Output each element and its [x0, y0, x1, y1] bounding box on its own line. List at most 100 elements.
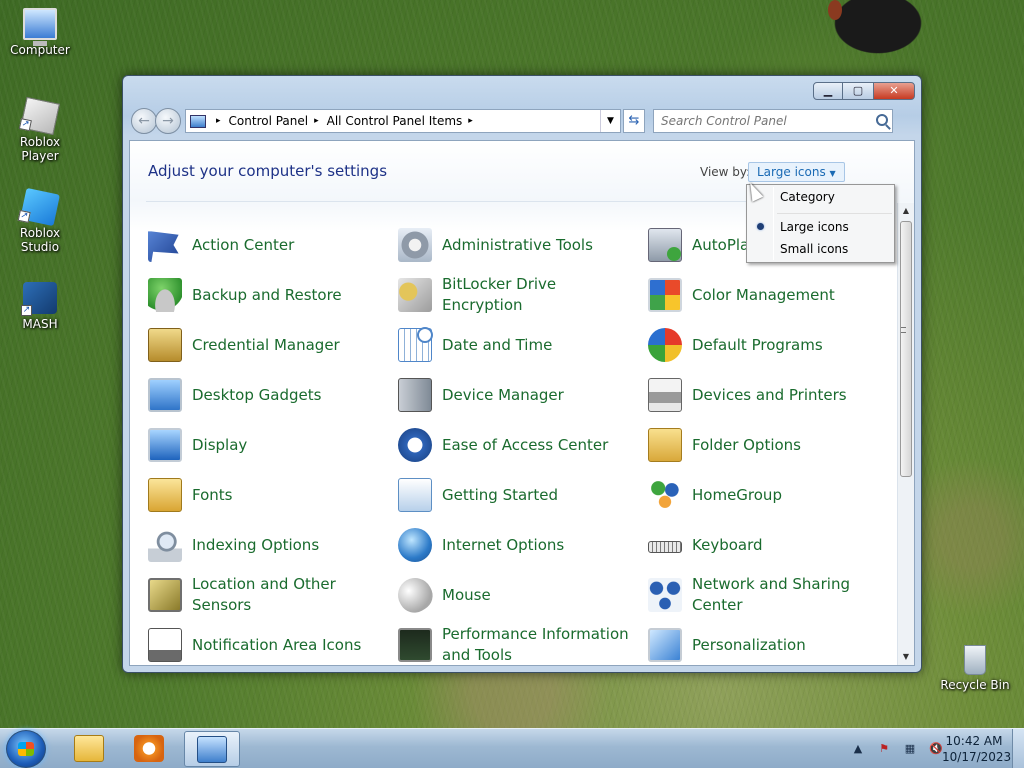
item-label: Getting Started: [442, 485, 558, 504]
menu-item-small-icons[interactable]: Small icons: [780, 239, 848, 259]
item-label: Notification Area Icons: [192, 635, 362, 654]
selected-radio-icon: [757, 223, 764, 230]
item-notification-area-icons[interactable]: Notification Area Icons: [148, 625, 388, 665]
item-fonts[interactable]: Fonts: [148, 475, 388, 515]
desktop-icon-computer[interactable]: Computer: [0, 8, 80, 57]
item-devices-and-printers[interactable]: Devices and Printers: [648, 375, 888, 415]
item-internet-options[interactable]: Internet Options: [398, 525, 638, 565]
flag-icon: [148, 231, 179, 262]
item-location-sensors[interactable]: Location and Other Sensors: [148, 575, 388, 615]
media-player-icon: [134, 735, 164, 762]
item-personalization[interactable]: Personalization: [648, 625, 888, 665]
scroll-grip-icon: [901, 327, 906, 333]
notification-icon: [148, 628, 182, 662]
keyboard-icon: [648, 541, 682, 553]
item-homegroup[interactable]: HomeGroup: [648, 475, 888, 515]
item-ease-of-access[interactable]: Ease of Access Center: [398, 425, 638, 465]
display-icon: [148, 428, 182, 462]
forward-button[interactable]: →: [155, 108, 181, 134]
item-folder-options[interactable]: Folder Options: [648, 425, 888, 465]
menu-item-category[interactable]: Category: [780, 187, 835, 207]
refresh-button[interactable]: ⇆: [623, 109, 645, 133]
breadcrumb-separator[interactable]: ▸: [468, 116, 473, 126]
search-icon[interactable]: [876, 114, 888, 126]
shortcut-arrow-icon: ↗: [18, 118, 32, 132]
item-performance[interactable]: Performance Information and Tools: [398, 625, 638, 665]
item-display[interactable]: Display: [148, 425, 388, 465]
item-administrative-tools[interactable]: Administrative Tools: [398, 225, 638, 265]
item-network-sharing[interactable]: Network and Sharing Center: [648, 575, 888, 615]
item-date-and-time[interactable]: Date and Time: [398, 325, 638, 365]
maximize-button[interactable]: ▢: [843, 82, 873, 100]
breadcrumb-control-panel[interactable]: Control Panel: [229, 114, 309, 128]
item-action-center[interactable]: Action Center: [148, 225, 388, 265]
clock[interactable]: 10:42 AM 10/17/2023: [942, 733, 1012, 765]
item-label: Keyboard: [692, 535, 763, 554]
item-label: Default Programs: [692, 335, 823, 354]
performance-icon: [398, 628, 432, 662]
control-panel-window: ▁ ▢ ✕ ← → ▸ Control Panel ▸ All Control …: [122, 75, 922, 673]
taskbar: ▲ ⚑ ▦ 🔇 10:42 AM 10/17/2023: [0, 728, 1024, 768]
view-by-dropdown[interactable]: Large icons ▼: [748, 162, 845, 182]
taskbar-control-panel[interactable]: [184, 731, 240, 767]
item-label: Administrative Tools: [442, 235, 593, 254]
show-hidden-icons-arrow[interactable]: ▲: [850, 741, 866, 757]
breadcrumb-separator[interactable]: ▸: [314, 116, 319, 126]
breadcrumb-separator[interactable]: ▸: [216, 116, 221, 126]
item-indexing-options[interactable]: Indexing Options: [148, 525, 388, 565]
address-history-dropdown[interactable]: ▼: [600, 110, 620, 132]
roblox-player-icon: ↗: [18, 96, 60, 136]
desktop-icon-recycle-bin[interactable]: Recycle Bin: [935, 645, 1015, 692]
network-icon: [648, 578, 682, 612]
item-credential-manager[interactable]: Credential Manager: [148, 325, 388, 365]
item-label: Mouse: [442, 585, 491, 604]
ease-of-access-icon: [398, 428, 432, 462]
scroll-down-button[interactable]: ▼: [898, 649, 914, 665]
backup-icon: [148, 278, 182, 312]
clock-date: 10/17/2023: [942, 750, 1012, 764]
network-icon[interactable]: ▦: [902, 741, 918, 757]
back-button[interactable]: ←: [131, 108, 157, 134]
minimize-button[interactable]: ▁: [813, 82, 843, 100]
item-mouse[interactable]: Mouse: [391, 571, 638, 619]
clock-time: 10:42 AM: [945, 734, 1003, 748]
start-button[interactable]: [6, 730, 46, 768]
system-tray: ▲ ⚑ ▦ 🔇: [850, 741, 944, 757]
item-label: Date and Time: [442, 335, 553, 354]
close-button[interactable]: ✕: [873, 82, 915, 100]
item-desktop-gadgets[interactable]: Desktop Gadgets: [148, 375, 388, 415]
scroll-up-button[interactable]: ▲: [898, 203, 914, 219]
desktop-icon-label: MASH: [22, 317, 58, 331]
search-input[interactable]: [653, 109, 893, 133]
desktop-icon-roblox-player[interactable]: ↗ Roblox Player: [0, 96, 80, 163]
action-center-flag-icon[interactable]: ⚑: [876, 741, 892, 757]
scroll-thumb[interactable]: [900, 221, 912, 477]
breadcrumb-all-items[interactable]: All Control Panel Items: [327, 114, 463, 128]
show-desktop-button[interactable]: [1012, 729, 1024, 768]
credential-icon: [148, 328, 182, 362]
item-keyboard[interactable]: Keyboard: [648, 525, 888, 565]
homegroup-icon: [648, 478, 682, 512]
item-device-manager[interactable]: Device Manager: [398, 375, 638, 415]
item-label: Credential Manager: [192, 335, 340, 354]
shortcut-arrow-icon: ↗: [21, 305, 32, 316]
desktop-icon-roblox-studio[interactable]: ↗ Roblox Studio: [0, 187, 80, 254]
item-bitlocker[interactable]: BitLocker Drive Encryption: [398, 275, 638, 315]
view-by-value: Large icons: [757, 165, 826, 179]
item-getting-started[interactable]: Getting Started: [398, 475, 638, 515]
menu-separator: [777, 213, 892, 214]
item-color-management[interactable]: Color Management: [648, 275, 888, 315]
taskbar-windows-explorer[interactable]: [62, 731, 118, 767]
recycle-bin-icon: [964, 645, 986, 675]
vertical-scrollbar[interactable]: ▲ ▼: [897, 203, 914, 665]
item-label: Performance Information and Tools: [442, 625, 629, 664]
printer-icon: [648, 378, 682, 412]
device-manager-icon: [398, 378, 432, 412]
address-bar[interactable]: ▸ Control Panel ▸ All Control Panel Item…: [185, 109, 621, 133]
desktop-icon-mash[interactable]: ↗ MASH: [0, 282, 80, 331]
item-default-programs[interactable]: Default Programs: [648, 325, 888, 365]
item-label: Action Center: [192, 235, 295, 254]
menu-item-large-icons[interactable]: Large icons: [780, 217, 849, 237]
taskbar-windows-media-player[interactable]: [122, 731, 178, 767]
item-backup-and-restore[interactable]: Backup and Restore: [148, 275, 388, 315]
